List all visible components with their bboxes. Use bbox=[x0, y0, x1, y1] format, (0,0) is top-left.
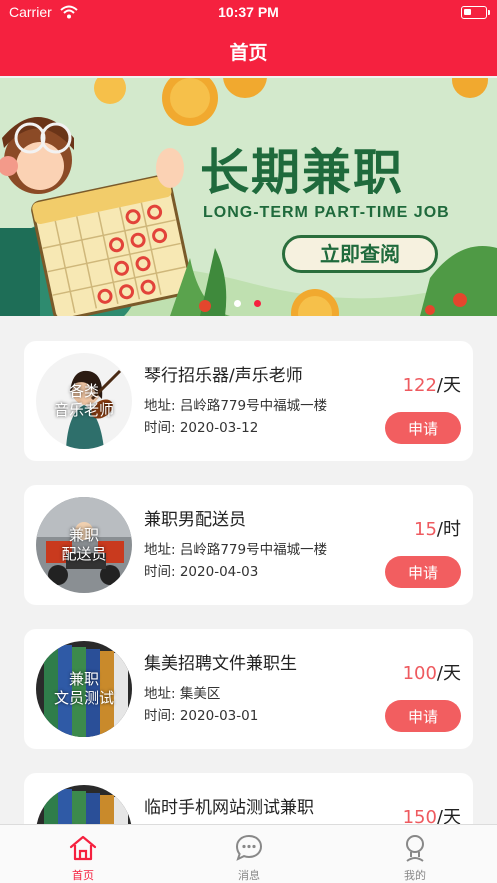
tab-label: 消息 bbox=[238, 869, 260, 882]
battery-icon bbox=[461, 6, 490, 19]
home-icon bbox=[69, 835, 97, 861]
job-title: 临时手机网站测试兼职 bbox=[144, 798, 314, 818]
status-bar: Carrier 10:37 PM bbox=[0, 0, 497, 26]
person-icon bbox=[406, 835, 424, 862]
carousel-dot-active bbox=[254, 300, 261, 307]
job-card[interactable]: 各类 音乐老师 琴行招乐器/声乐老师 地址: 吕岭路779号中福城一楼 时间: … bbox=[24, 341, 473, 461]
job-address: 地址: 集美区 bbox=[144, 686, 221, 702]
job-address: 地址: 吕岭路779号中福城一楼 bbox=[144, 542, 328, 558]
banner-subline: LONG-TERM PART-TIME JOB bbox=[203, 204, 450, 221]
thumbnail-caption: 兼职 配送员 bbox=[61, 526, 107, 563]
job-address: 地址: 吕岭路779号中福城一楼 bbox=[144, 398, 328, 414]
job-price: 15/时 bbox=[414, 519, 461, 540]
job-thumbnail: 兼职 文员测试 bbox=[36, 641, 132, 737]
job-thumbnail: 兼职 配送员 bbox=[36, 497, 132, 593]
job-card[interactable]: 兼职 配送员 兼职男配送员 地址: 吕岭路779号中福城一楼 时间: 2020-… bbox=[24, 485, 473, 605]
thumbnail-caption: 各类 音乐老师 bbox=[53, 382, 114, 419]
tab-bar: 首页 消息 我的 bbox=[0, 824, 497, 883]
job-date: 时间: 2020-03-12 bbox=[144, 420, 259, 436]
carousel-dot bbox=[234, 300, 241, 307]
tab-label: 我的 bbox=[404, 869, 426, 882]
job-price: 100/天 bbox=[402, 663, 461, 684]
page-title: 首页 bbox=[229, 42, 268, 64]
job-date: 时间: 2020-03-01 bbox=[144, 708, 259, 724]
apply-button[interactable]: 申请 bbox=[385, 700, 461, 732]
banner-headline: 长期兼职 bbox=[200, 144, 405, 201]
tab-profile[interactable]: 我的 bbox=[332, 825, 497, 883]
thumbnail-caption: 兼职 文员测试 bbox=[53, 670, 114, 707]
job-price: 122/天 bbox=[402, 375, 461, 396]
job-title: 集美招聘文件兼职生 bbox=[144, 654, 297, 674]
job-title: 兼职男配送员 bbox=[144, 510, 246, 530]
tab-label: 首页 bbox=[72, 869, 94, 882]
tab-home[interactable]: 首页 bbox=[0, 825, 166, 883]
chat-bubble-icon bbox=[235, 834, 263, 861]
job-date: 时间: 2020-04-03 bbox=[144, 564, 259, 580]
job-thumbnail: 各类 音乐老师 bbox=[36, 353, 132, 449]
banner-cta-button[interactable]: 立即查阅 bbox=[282, 235, 438, 273]
tab-messages[interactable]: 消息 bbox=[166, 825, 332, 883]
apply-button[interactable]: 申请 bbox=[385, 556, 461, 588]
job-title: 琴行招乐器/声乐老师 bbox=[144, 366, 303, 386]
clock: 10:37 PM bbox=[218, 4, 279, 20]
nav-bar: 首页 bbox=[0, 26, 497, 76]
banner-carousel[interactable]: 长期兼职 LONG-TERM PART-TIME JOB 立即查阅 bbox=[0, 78, 497, 316]
job-card[interactable]: 兼职 文员测试 集美招聘文件兼职生 地址: 集美区 时间: 2020-03-01… bbox=[24, 629, 473, 749]
apply-button[interactable]: 申请 bbox=[385, 412, 461, 444]
